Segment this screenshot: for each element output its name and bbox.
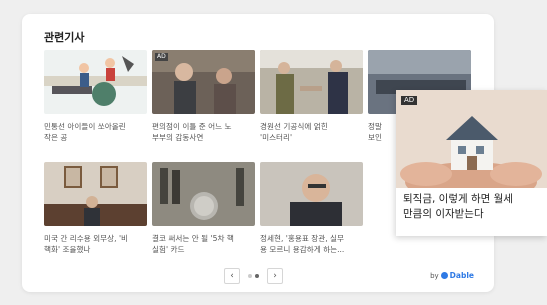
page-dot-active[interactable] xyxy=(255,274,259,278)
article-title[interactable]: 편의점이 이틀 준 어느 노 부부의 감동사연 xyxy=(152,121,255,143)
dable-branding[interactable]: by Dable xyxy=(430,271,474,280)
article-card[interactable]: 경원선 기공식에 얽힌 '미스터리' xyxy=(260,50,363,143)
article-card[interactable]: 민통선 아이들이 쏘아올린 작은 공 xyxy=(44,50,147,143)
popup-ad-headline[interactable]: 퇴직금, 이렇게 하면 월세 만큼의 이자받는다 xyxy=(403,192,543,222)
article-title[interactable]: 민통선 아이들이 쏘아올린 작은 공 xyxy=(44,121,147,143)
article-title[interactable]: 미국 간 리수용 외무상, '비 핵화' 조율했나 xyxy=(44,233,147,255)
article-title[interactable]: 경원선 기공식에 얽힌 '미스터리' xyxy=(260,121,363,143)
article-card[interactable]: 미국 간 리수용 외무상, '비 핵화' 조율했나 xyxy=(44,162,147,255)
article-title[interactable]: 결코 써서는 안 될 '5차 핵 실험' 카드 xyxy=(152,233,255,255)
popup-ad-image[interactable] xyxy=(396,90,547,188)
article-card[interactable]: AD 편의점이 이틀 준 어느 노 부부의 감동사연 xyxy=(152,50,255,143)
page-dot[interactable] xyxy=(248,274,252,278)
page-indicator xyxy=(248,274,259,278)
article-card[interactable]: 결코 써서는 안 될 '5차 핵 실험' 카드 xyxy=(152,162,255,255)
article-thumbnail[interactable]: AD xyxy=(152,50,255,114)
next-page-button[interactable]: › xyxy=(267,268,283,284)
article-thumbnail[interactable] xyxy=(260,50,363,114)
dable-logo-icon xyxy=(440,272,448,279)
article-title[interactable]: 정세현, '홍용표 장관, 실무 용 모르니 용감하게 하는... xyxy=(260,233,363,255)
article-thumbnail[interactable] xyxy=(44,162,147,226)
popup-ad[interactable]: AD 퇴직금, 이렇게 하면 월세 만큼의 이자받는다 xyxy=(396,90,547,236)
popup-ad-badge: AD xyxy=(401,96,418,105)
widget-title: 관련기사 xyxy=(44,31,85,44)
ad-badge: AD xyxy=(155,53,168,61)
article-card[interactable]: 정세현, '홍용표 장관, 실무 용 모르니 용감하게 하는... xyxy=(260,162,363,255)
branding-by: by xyxy=(430,271,439,280)
pagination: ‹ › xyxy=(224,268,283,284)
prev-page-button[interactable]: ‹ xyxy=(224,268,240,284)
article-thumbnail[interactable] xyxy=(44,50,147,114)
article-thumbnail[interactable] xyxy=(260,162,363,226)
article-thumbnail[interactable] xyxy=(152,162,255,226)
branding-name: Dable xyxy=(449,271,474,280)
